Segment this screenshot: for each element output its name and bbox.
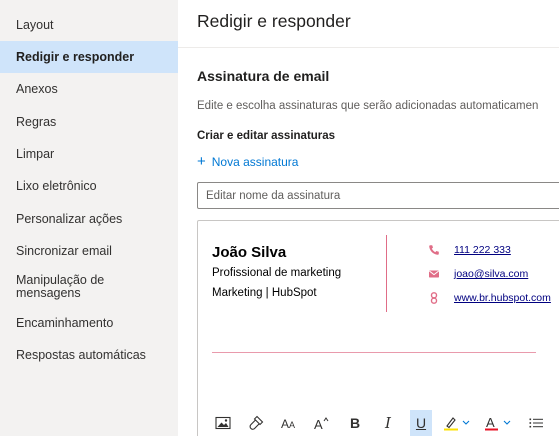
highlight-button[interactable]	[443, 410, 473, 436]
sidebar-item-customize-actions[interactable]: Personalizar ações	[0, 203, 178, 235]
underline-icon: U	[415, 415, 427, 431]
signature-person-name: João Silva	[212, 244, 287, 261]
signature-vertical-divider	[386, 235, 387, 312]
svg-text:A: A	[486, 415, 495, 430]
bold-icon: B	[349, 415, 361, 431]
svg-text:A: A	[281, 417, 289, 430]
settings-sidebar: Layout Redigir e responder Anexos Regras…	[0, 0, 178, 436]
page-title: Redigir e responder	[197, 11, 351, 31]
svg-text:A: A	[314, 417, 323, 431]
sidebar-item-automatic-replies[interactable]: Respostas automáticas	[0, 339, 178, 371]
sidebar-item-compose-reply[interactable]: Redigir e responder	[0, 41, 178, 73]
increase-font-size-button[interactable]: A	[311, 410, 333, 436]
sidebar-item-rules[interactable]: Regras	[0, 106, 178, 138]
panel-header: Redigir e responder	[178, 0, 559, 48]
underline-button[interactable]: U	[410, 410, 432, 436]
insert-image-button[interactable]	[212, 410, 234, 436]
sidebar-item-sweep[interactable]: Limpar	[0, 138, 178, 170]
section-description: Edite e escolha assinaturas que serão ad…	[197, 100, 539, 112]
settings-main-panel: Redigir e responder Assinatura de email …	[178, 0, 559, 436]
signature-email-link[interactable]: joao@silva.com	[454, 268, 528, 280]
new-signature-button[interactable]: + Nova assinatura	[197, 153, 299, 170]
sidebar-item-sync-email[interactable]: Sincronizar email	[0, 235, 178, 267]
svg-text:A: A	[289, 420, 295, 430]
signature-name-input[interactable]	[197, 182, 559, 209]
phone-icon	[429, 245, 439, 255]
bullets-icon	[529, 418, 543, 428]
italic-button[interactable]: I	[377, 410, 399, 436]
sidebar-item-forwarding[interactable]: Encaminhamento	[0, 307, 178, 339]
sidebar-item-message-handling[interactable]: Manipulação de mensagens	[0, 268, 130, 306]
mail-icon	[428, 270, 440, 278]
highlight-icon	[444, 417, 470, 431]
signature-website-link[interactable]: www.br.hubspot.com	[454, 292, 551, 304]
image-icon	[215, 416, 231, 430]
bullets-button[interactable]	[525, 410, 547, 436]
decrease-font-size-button[interactable]: A A	[278, 410, 300, 436]
plus-icon: +	[197, 153, 206, 170]
formatting-toolbar: A A A B I U A	[212, 409, 558, 436]
signature-editor[interactable]: João Silva Profissional de marketing Mar…	[197, 220, 559, 436]
font-size-decrease-icon: A A	[281, 417, 295, 430]
italic-icon: I	[385, 414, 391, 432]
signature-company: Marketing | HubSpot	[212, 287, 317, 299]
font-color-button[interactable]: A	[484, 410, 514, 436]
format-painter-icon	[249, 415, 264, 430]
new-signature-label: Nova assinatura	[211, 155, 299, 169]
sidebar-item-layout[interactable]: Layout	[0, 9, 178, 41]
link-icon	[430, 292, 438, 304]
font-size-increase-icon: A	[314, 417, 329, 431]
bold-button[interactable]: B	[344, 410, 366, 436]
sidebar-item-attachments[interactable]: Anexos	[0, 73, 178, 105]
signature-role: Profissional de marketing	[212, 267, 342, 279]
section-title: Assinatura de email	[197, 68, 330, 84]
signature-phone-link[interactable]: 111 222 333	[454, 244, 511, 256]
signature-horizontal-divider	[212, 352, 536, 353]
format-painter-button[interactable]	[245, 410, 267, 436]
sidebar-item-junk-email[interactable]: Lixo eletrônico	[0, 170, 178, 202]
subsection-title: Criar e editar assinaturas	[197, 130, 336, 142]
font-color-icon: A	[485, 415, 511, 431]
